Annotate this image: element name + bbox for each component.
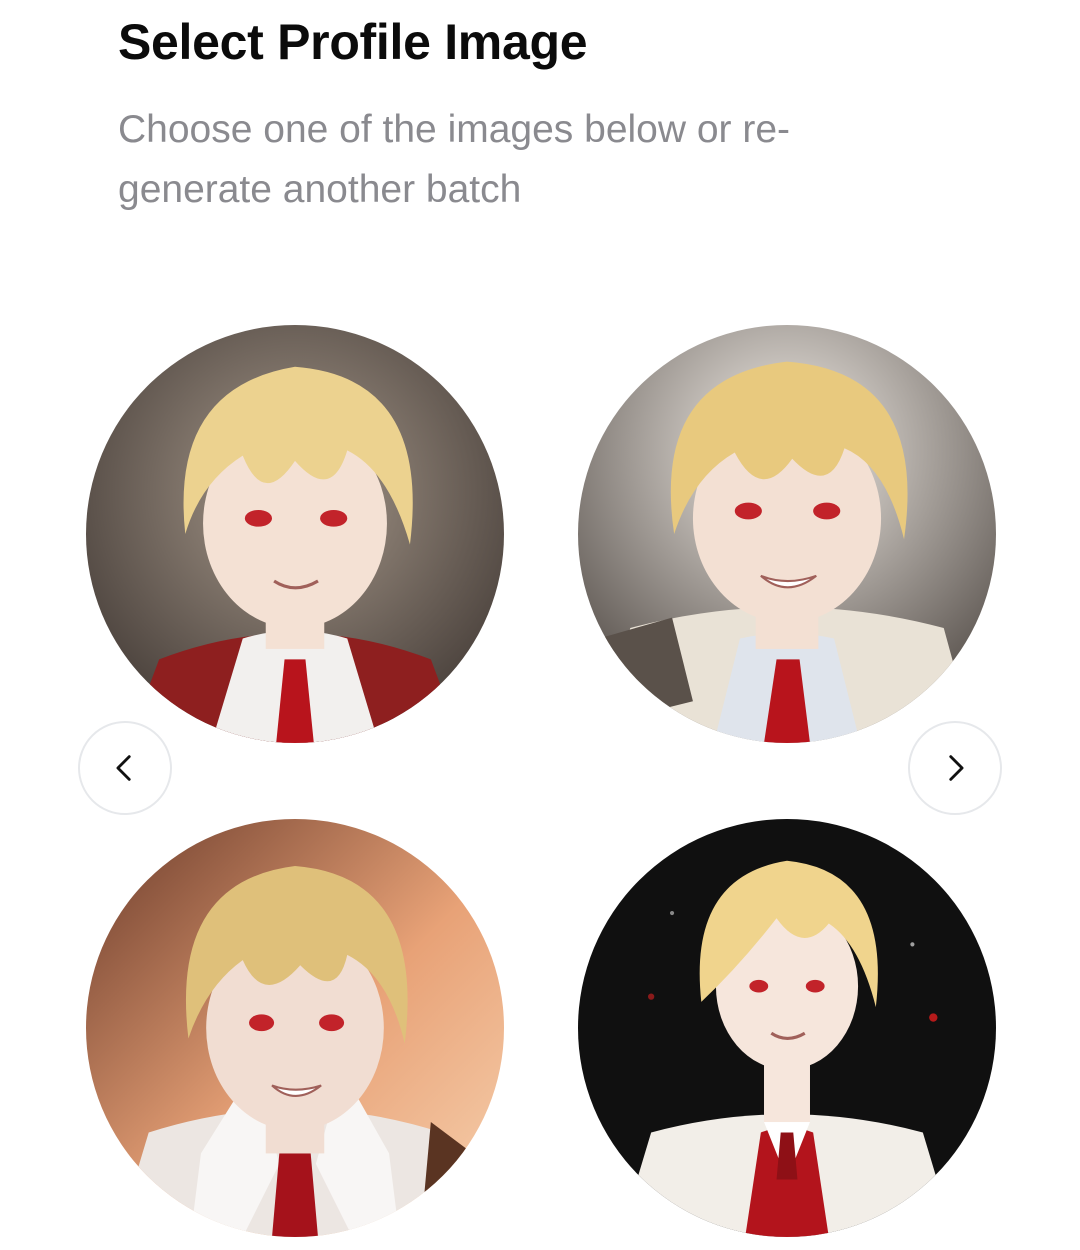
avatar-illustration <box>578 325 996 743</box>
avatar-illustration <box>86 819 504 1237</box>
profile-image-option-3[interactable] <box>86 819 504 1237</box>
chevron-left-icon <box>116 755 131 781</box>
page-subtitle: Choose one of the images below or re-gen… <box>118 108 791 211</box>
avatar-illustration <box>86 325 504 743</box>
profile-image-option-2[interactable] <box>578 325 996 743</box>
avatar-illustration <box>578 819 996 1237</box>
next-button[interactable] <box>908 721 1002 815</box>
chevron-right-icon <box>949 755 964 781</box>
profile-image-option-1[interactable] <box>86 325 504 743</box>
previous-button[interactable] <box>78 721 172 815</box>
profile-image-option-4[interactable] <box>578 819 996 1237</box>
page-title: Select Profile Image <box>118 14 588 70</box>
